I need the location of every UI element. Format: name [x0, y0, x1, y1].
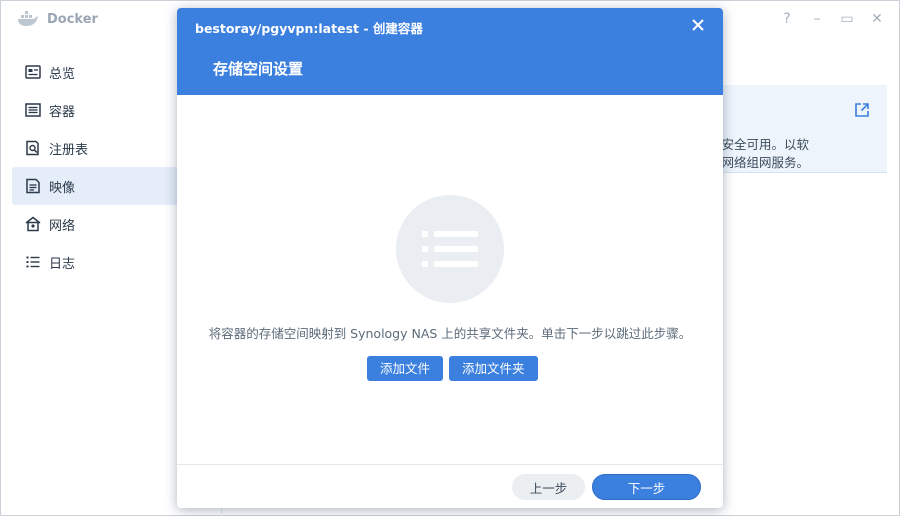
close-window-icon[interactable]: ✕ [869, 10, 885, 28]
step-title: 存储空间设置 [213, 60, 304, 78]
banner-text-line1: 的安全可用。以软 [709, 137, 810, 152]
image-icon [26, 178, 40, 194]
app-title: Docker [47, 12, 98, 27]
previous-button[interactable]: 上一步 [512, 474, 585, 500]
sidebar-item-overview[interactable]: 总览 [12, 53, 192, 91]
empty-state-message: 将容器的存储空间映射到 Synology NAS 上的共享文件夹。单击下一步以跳… [208, 326, 692, 341]
sidebar-item-label: 总览 [49, 66, 76, 82]
add-folder-button[interactable]: 添加文件夹 [449, 356, 538, 381]
docker-logo-icon [18, 11, 38, 26]
next-button[interactable]: 下一步 [592, 474, 701, 500]
add-file-button[interactable]: 添加文件 [367, 356, 444, 381]
banner-text-line2: 线网络组网服务。 [709, 155, 810, 170]
log-icon [26, 256, 40, 268]
container-icon [25, 103, 41, 117]
sidebar-item-log[interactable]: 日志 [12, 243, 192, 281]
window-controls: ? – ▭ ✕ [779, 10, 885, 28]
list-icon [422, 231, 478, 267]
sidebar-item-network[interactable]: 网络 [12, 205, 192, 243]
dialog-title: bestoray/pgyvpn:latest - 创建容器 [195, 21, 423, 36]
external-link-icon[interactable] [854, 102, 870, 118]
dialog-footer: 上一步 下一步 [177, 464, 723, 508]
sidebar-item-container[interactable]: 容器 [12, 91, 192, 129]
sidebar-item-image[interactable]: 映像 [12, 167, 192, 205]
sidebar-item-label: 注册表 [49, 142, 89, 158]
maximize-icon[interactable]: ▭ [839, 10, 855, 28]
minimize-icon[interactable]: – [809, 10, 825, 28]
sidebar-item-registry[interactable]: 注册表 [12, 129, 192, 167]
help-icon[interactable]: ? [779, 10, 795, 28]
sidebar-item-label: 网络 [49, 218, 76, 234]
empty-state-illustration [396, 195, 504, 303]
sidebar-item-label: 日志 [49, 256, 76, 272]
dialog-header: bestoray/pgyvpn:latest - 创建容器 存储空间设置 [177, 8, 723, 95]
add-buttons: 添加文件 添加文件夹 [367, 356, 538, 381]
overview-icon [25, 65, 41, 79]
sidebar-item-label: 映像 [49, 180, 76, 196]
close-icon[interactable] [691, 18, 705, 32]
network-icon [25, 216, 41, 232]
sidebar-item-label: 容器 [49, 104, 76, 120]
registry-icon [26, 140, 39, 156]
create-container-dialog: bestoray/pgyvpn:latest - 创建容器 存储空间设置 将容器… [177, 8, 723, 508]
